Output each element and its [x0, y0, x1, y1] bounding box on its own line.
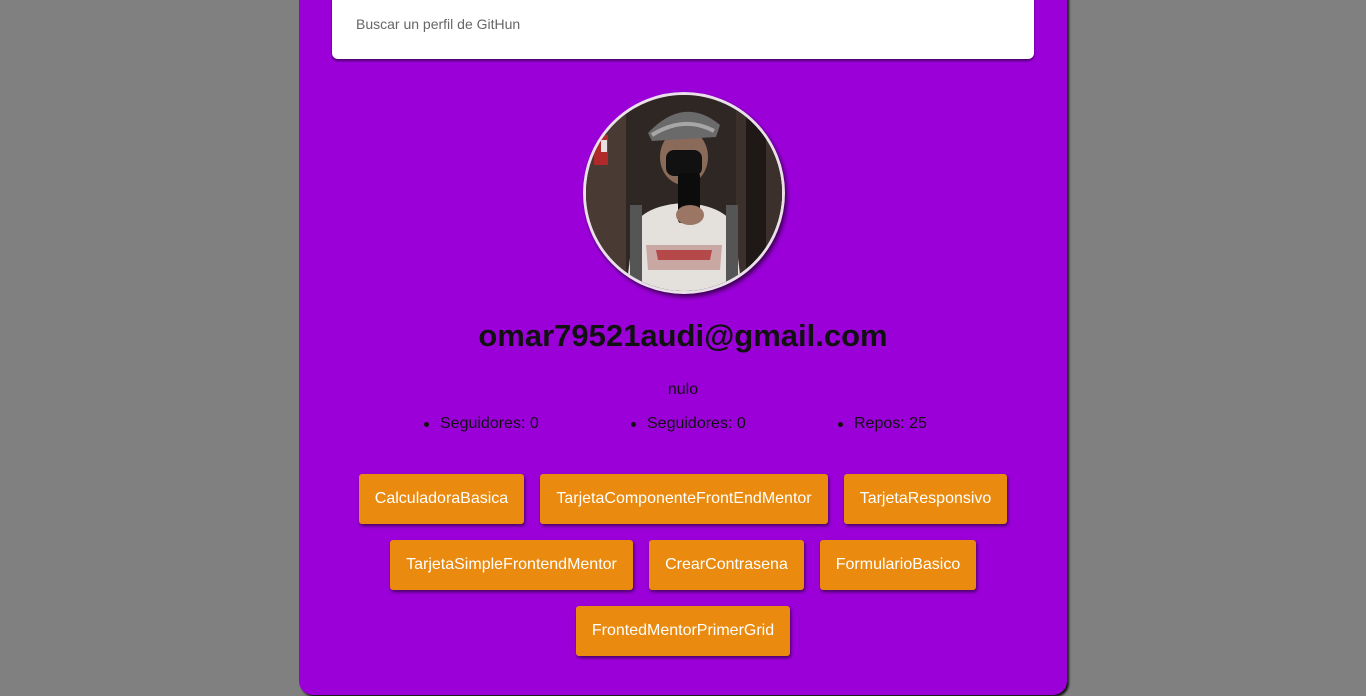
search-input[interactable]	[356, 16, 996, 32]
repo-button[interactable]: FormularioBasico	[820, 540, 976, 590]
stat-followers: Seguidores: 0	[424, 415, 539, 433]
repo-button[interactable]: FrontedMentorPrimerGrid	[576, 606, 790, 656]
stat-repos: Repos: 25	[838, 415, 927, 433]
stat-label: Seguidores: 0	[440, 415, 539, 432]
repo-button[interactable]: CrearContrasena	[649, 540, 804, 590]
bullet-dot	[424, 422, 429, 427]
avatar	[583, 92, 785, 294]
bullet-dot	[838, 422, 843, 427]
avatar-photo	[586, 95, 782, 291]
search-box	[332, 0, 1034, 59]
repo-button[interactable]: CalculadoraBasica	[359, 474, 524, 524]
profile-bio: nulo	[667, 381, 699, 398]
stat-following: Seguidores: 0	[631, 415, 746, 433]
stat-label: Seguidores: 0	[647, 415, 746, 432]
repo-button[interactable]: TarjetaComponenteFrontEndMentor	[540, 474, 828, 524]
bullet-dot	[631, 422, 636, 427]
profile-name: omar79521audi@gmail.com	[478, 318, 888, 353]
repo-button[interactable]: TarjetaSimpleFrontendMentor	[390, 540, 633, 590]
profile-stats: Seguidores: 0 Seguidores: 0 Repos: 25	[0, 415, 1366, 435]
stat-label: Repos: 25	[854, 415, 927, 432]
repo-button[interactable]: TarjetaResponsivo	[844, 474, 1007, 524]
